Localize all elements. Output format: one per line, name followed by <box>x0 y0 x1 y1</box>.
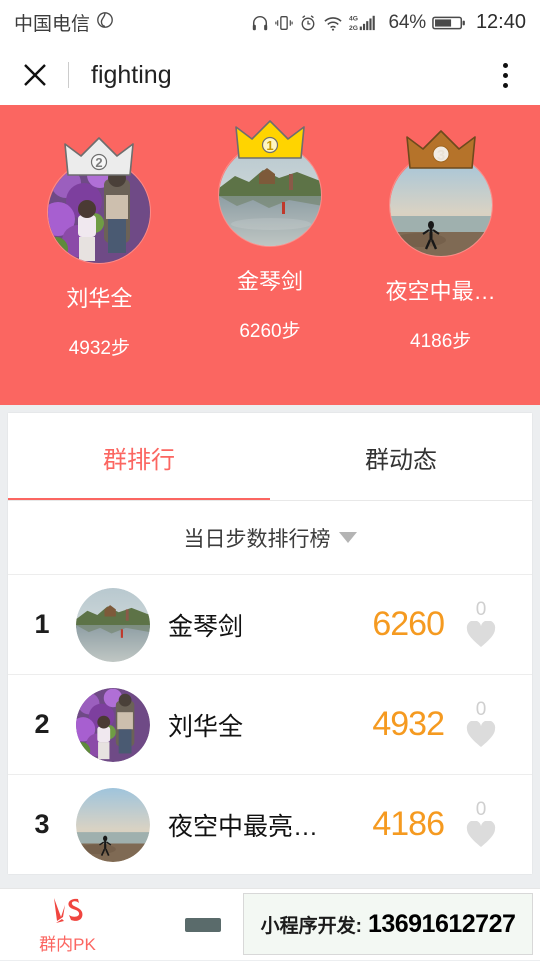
podium-avatar-wrap-3[interactable]: 3 <box>388 130 493 257</box>
rank-number: 3 <box>34 809 50 839</box>
svg-text:4G: 4G <box>349 15 358 22</box>
user-name: 夜空中最亮… <box>168 812 319 841</box>
close-icon[interactable] <box>18 58 52 92</box>
bottom-tab-group-pk[interactable]: 群内PK <box>0 889 135 961</box>
podium-banner: 2 刘华全 4932步 1 金琴剑 6260步 3 夜空中最… 4186步 <box>0 105 540 405</box>
status-bar: 中国电信 4G 2G 64% 12:40 <box>0 0 540 45</box>
avatar <box>76 687 150 762</box>
tab-label: 群动态 <box>365 446 437 474</box>
telecom-logo-icon <box>96 11 114 34</box>
tab-bar: 群排行 群动态 <box>8 413 532 501</box>
clock-label: 12:40 <box>475 11 526 33</box>
svg-text:3: 3 <box>436 147 444 164</box>
battery-percent-label: 64% <box>388 11 427 33</box>
like-button[interactable]: 0 <box>444 800 518 849</box>
step-count: 6260 <box>372 605 445 643</box>
podium-avatar-wrap-1[interactable]: 1 <box>217 120 322 247</box>
rank-number: 1 <box>34 609 50 639</box>
podium-steps: 6260步 <box>239 321 301 342</box>
battery-icon <box>432 14 466 32</box>
like-count: 0 <box>475 799 487 820</box>
carrier-label: 中国电信 <box>14 14 91 35</box>
vibrate-icon <box>274 14 293 32</box>
like-button[interactable]: 0 <box>444 600 518 649</box>
watermark-note: 小程序开发: 13691612727 <box>243 893 533 955</box>
podium-name: 金琴剑 <box>236 269 303 294</box>
status-bar-carrier: 中国电信 <box>14 9 114 36</box>
table-row[interactable]: 2 刘华全 4932 0 <box>8 674 532 774</box>
vs-logo-icon <box>48 895 88 929</box>
hidden-tab-icon-1 <box>184 917 221 932</box>
svg-text:1: 1 <box>266 138 273 153</box>
more-vertical-icon[interactable] <box>488 55 522 95</box>
svg-text:2: 2 <box>96 155 103 170</box>
tab-group-ranking[interactable]: 群排行 <box>8 413 270 501</box>
podium-entry-3[interactable]: 3 夜空中最… 4186步 <box>366 105 516 353</box>
signal-4g-2g-icon: 4G 2G <box>349 13 383 32</box>
headphones-icon <box>251 14 269 32</box>
like-count: 0 <box>475 599 487 620</box>
user-name: 金琴剑 <box>168 612 244 641</box>
heart-icon <box>466 620 496 649</box>
bronze-crown-icon: 3 <box>405 130 476 169</box>
gold-crown-icon: 1 <box>235 120 305 159</box>
podium-entry-1[interactable]: 1 金琴剑 6260步 <box>195 105 345 343</box>
watermark-label: 小程序开发: <box>260 915 362 937</box>
step-count: 4932 <box>372 705 445 743</box>
heart-icon <box>466 720 496 749</box>
bottom-tab-label: 群内PK <box>39 934 96 954</box>
podium-name: 夜空中最… <box>385 279 496 304</box>
status-bar-icons: 4G 2G 64% 12:40 <box>251 11 526 34</box>
title-divider <box>68 62 69 88</box>
rank-filter-dropdown[interactable]: 当日步数排行榜 <box>8 501 532 574</box>
podium-entry-2[interactable]: 2 刘华全 4932步 <box>24 105 174 360</box>
table-row[interactable]: 3 夜空中最亮… 4186 0 <box>8 774 532 874</box>
silver-crown-icon: 2 <box>64 137 135 176</box>
watermark-phone: 13691612727 <box>367 909 516 938</box>
tab-label: 群排行 <box>103 446 175 474</box>
svg-text:2G: 2G <box>349 25 358 32</box>
avatar <box>76 587 150 662</box>
wifi-icon <box>323 14 343 32</box>
step-count: 4186 <box>372 805 445 843</box>
rank-filter-label: 当日步数排行榜 <box>183 527 331 551</box>
ranking-card: 群排行 群动态 当日步数排行榜 1 金琴剑 6260 0 2 刘华全 4932 … <box>8 413 532 874</box>
like-count: 0 <box>475 699 487 720</box>
podium-avatar-wrap-2[interactable]: 2 <box>47 137 152 264</box>
heart-icon <box>466 820 496 849</box>
page-title: fighting <box>91 60 172 89</box>
tab-group-feed[interactable]: 群动态 <box>270 413 532 501</box>
like-button[interactable]: 0 <box>444 700 518 749</box>
user-name: 刘华全 <box>168 712 244 741</box>
podium-steps: 4932步 <box>68 338 130 359</box>
chevron-down-icon <box>338 532 357 543</box>
rank-number: 2 <box>34 709 50 739</box>
podium-name: 刘华全 <box>66 286 133 311</box>
title-bar: fighting <box>0 45 540 105</box>
podium-steps: 4186步 <box>410 331 472 352</box>
alarm-clock-icon <box>299 14 317 32</box>
avatar <box>76 787 150 862</box>
table-row[interactable]: 1 金琴剑 6260 0 <box>8 574 532 674</box>
